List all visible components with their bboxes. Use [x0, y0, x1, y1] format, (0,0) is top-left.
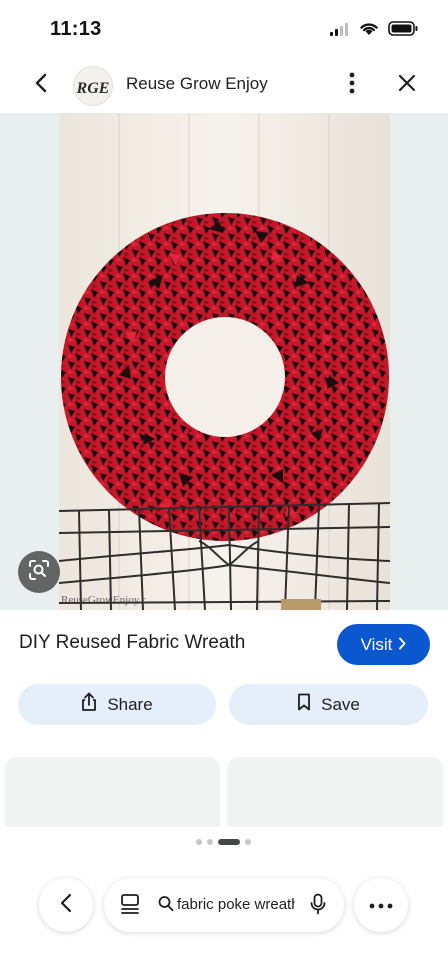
lens-icon — [27, 558, 51, 587]
chevron-right-icon — [398, 635, 406, 655]
mic-icon[interactable] — [310, 893, 326, 920]
status-icons — [330, 21, 418, 41]
save-button[interactable]: Save — [229, 684, 428, 725]
pin-image-area[interactable]: ReuseGrowEnjoy.c — [0, 113, 448, 610]
share-button[interactable]: Share — [18, 684, 216, 725]
carousel-dot-active — [218, 839, 240, 845]
more-horizontal-icon — [369, 896, 393, 914]
search-query[interactable]: fabric poke wreath — [177, 896, 295, 913]
search-bar[interactable]: fabric poke wreath — [104, 878, 344, 932]
site-avatar[interactable]: RGE — [73, 66, 113, 106]
visit-label: Visit — [360, 634, 393, 654]
visit-button[interactable]: Visit — [337, 624, 430, 665]
related-card[interactable] — [5, 757, 220, 827]
battery-icon — [388, 21, 418, 41]
bookmark-icon — [297, 693, 311, 716]
site-logo: RGE — [76, 80, 110, 97]
svg-text:RGE: RGE — [76, 80, 110, 97]
nav-more-button[interactable] — [354, 878, 408, 932]
carousel-dot — [207, 839, 213, 845]
back-icon — [34, 73, 48, 98]
status-bar: 11:13 — [0, 0, 448, 58]
signal-icon — [330, 22, 350, 41]
wreath-photo — [59, 113, 390, 610]
carousel-dot — [196, 839, 202, 845]
pin-header: RGE Reuse Grow Enjoy — [0, 58, 448, 112]
close-button[interactable] — [393, 70, 421, 100]
more-options-button[interactable] — [340, 70, 364, 100]
status-time: 11:13 — [50, 18, 102, 40]
carousel-indicator — [196, 839, 251, 845]
close-icon — [398, 74, 416, 97]
carousel-dot — [245, 839, 251, 845]
more-vertical-icon — [349, 72, 355, 99]
image-watermark: ReuseGrowEnjoy.c — [61, 594, 147, 606]
save-label: Save — [321, 694, 360, 714]
bottom-navigation: fabric poke wreath — [0, 827, 448, 970]
visual-search-button[interactable] — [18, 551, 60, 593]
related-card[interactable] — [227, 757, 443, 827]
back-icon — [60, 893, 72, 918]
pin-title: DIY Reused Fabric Wreath — [19, 632, 246, 653]
site-name[interactable]: Reuse Grow Enjoy — [126, 74, 268, 94]
wifi-icon — [359, 21, 379, 41]
share-label: Share — [107, 694, 153, 714]
feed-icon[interactable] — [120, 893, 140, 920]
back-button[interactable] — [26, 70, 56, 100]
share-icon — [81, 692, 97, 717]
search-icon — [158, 895, 174, 918]
nav-back-button[interactable] — [39, 878, 93, 932]
